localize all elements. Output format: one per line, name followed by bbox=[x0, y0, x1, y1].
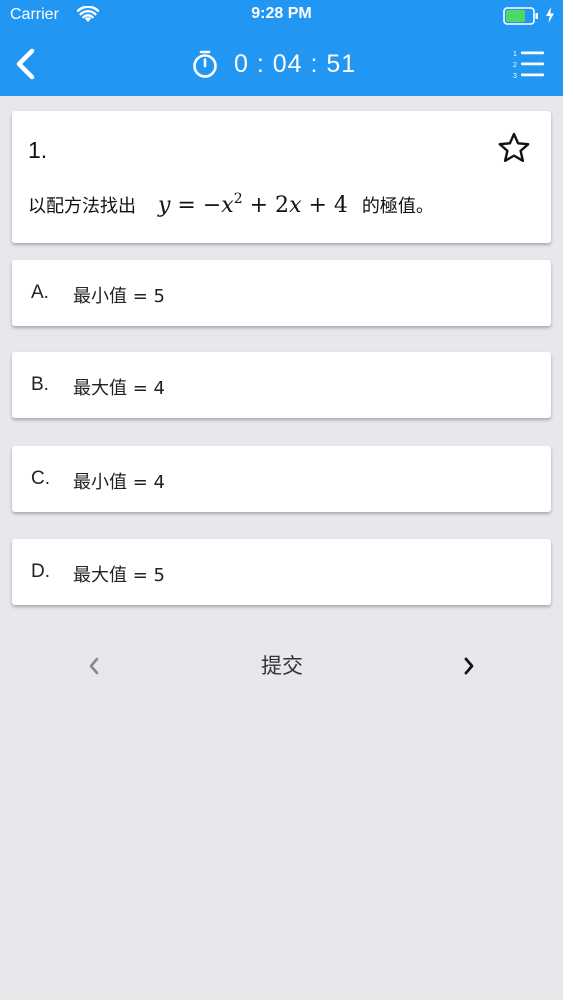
option-letter: C. bbox=[31, 468, 50, 489]
chevron-right-icon[interactable] bbox=[455, 650, 483, 682]
star-outline-icon[interactable] bbox=[497, 131, 531, 165]
question-card: 1. 以配方法找出 y = −x2 + 2x + 4 的極值。 bbox=[12, 111, 551, 243]
option-text: 最大值 = 4 bbox=[73, 378, 165, 399]
math-mid: + 2 bbox=[242, 193, 290, 218]
math-var: x bbox=[221, 193, 234, 218]
option-text: 最大值 = 5 bbox=[73, 565, 165, 586]
chevron-left-icon[interactable] bbox=[80, 650, 108, 682]
math-var2: x bbox=[289, 193, 302, 218]
option-letter: D. bbox=[31, 561, 50, 582]
top-bar: Carrier 9:28 PM 0 : 04 : 51 1 2 3 bbox=[0, 0, 563, 96]
countdown-timer: 0 : 04 : 51 bbox=[190, 46, 356, 82]
svg-text:1: 1 bbox=[513, 51, 517, 58]
option-c[interactable]: C. 最小值 = 4 bbox=[12, 446, 551, 512]
svg-text:3: 3 bbox=[513, 73, 517, 80]
question-text: 以配方法找出 y = −x2 + 2x + 4 的極值。 bbox=[28, 191, 434, 218]
svg-text:2: 2 bbox=[513, 62, 517, 69]
option-b[interactable]: B. 最大值 = 4 bbox=[12, 352, 551, 418]
question-equation: y = −x2 + 2x + 4 bbox=[158, 191, 348, 218]
question-number: 1. bbox=[28, 137, 48, 163]
math-eq: = − bbox=[170, 193, 222, 218]
nav-bar: 0 : 04 : 51 1 2 3 bbox=[0, 32, 563, 96]
math-exponent: 2 bbox=[233, 191, 243, 207]
math-lhs: y bbox=[158, 193, 171, 218]
charging-icon bbox=[546, 7, 554, 23]
battery-icon bbox=[503, 7, 538, 25]
stopwatch-icon bbox=[193, 50, 217, 78]
timer-value: 0 : 04 : 51 bbox=[234, 49, 357, 78]
option-text: 最小值 = 4 bbox=[73, 472, 165, 493]
numbered-list-icon[interactable]: 1 2 3 bbox=[510, 48, 546, 82]
option-a[interactable]: A. 最小值 = 5 bbox=[12, 260, 551, 326]
question-text-before: 以配方法找出 bbox=[28, 196, 136, 217]
option-d[interactable]: D. 最大值 = 5 bbox=[12, 539, 551, 605]
option-letter: A. bbox=[31, 282, 49, 303]
math-tail: + 4 bbox=[301, 193, 348, 218]
status-bar: Carrier 9:28 PM bbox=[0, 0, 563, 32]
submit-button[interactable]: 提交 bbox=[232, 648, 332, 684]
back-arrow-icon[interactable] bbox=[10, 46, 44, 82]
status-time: 9:28 PM bbox=[251, 5, 312, 22]
option-text: 最小值 = 5 bbox=[73, 286, 165, 307]
question-text-after: 的極值。 bbox=[361, 196, 434, 217]
option-letter: B. bbox=[31, 374, 49, 395]
